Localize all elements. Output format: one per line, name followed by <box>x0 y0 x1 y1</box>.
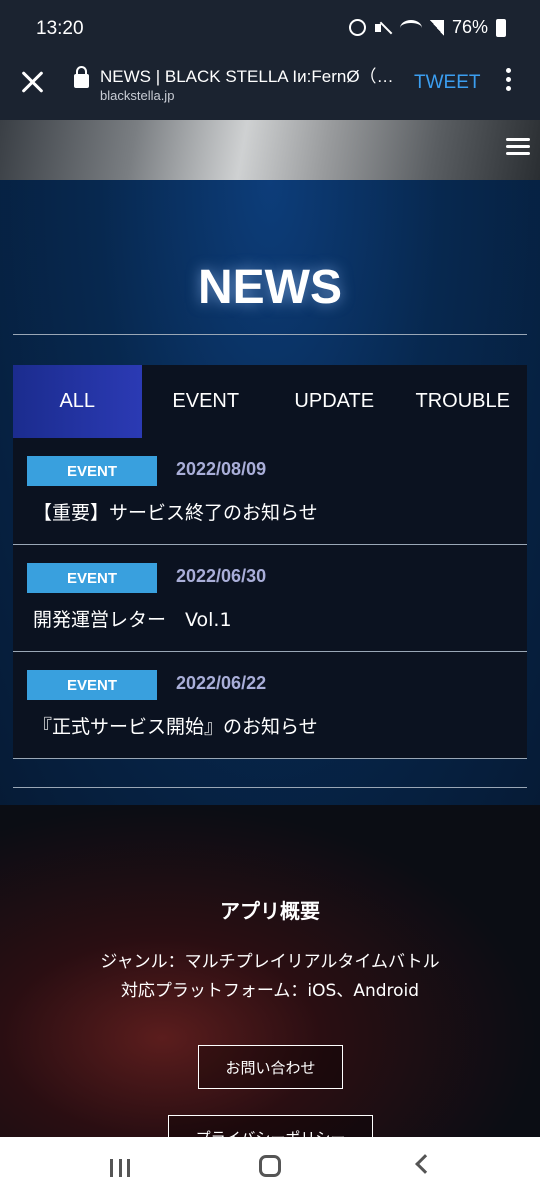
app-overview-title: アプリ概要 <box>220 899 320 923</box>
news-date: 2022/06/22 <box>176 673 267 693</box>
news-tabs: ALL EVENT UPDATE TROUBLE <box>13 365 527 438</box>
page-title: NEWS | BLACK STELLA Iи:FernØ（ブ… <box>100 67 396 86</box>
back-icon[interactable] <box>415 1154 435 1174</box>
news-heading: NEWS <box>198 261 342 314</box>
app-overview-section: アプリ概要 ジャンル：マルチプレイリアルタイムバトル 対応プラットフォーム：iO… <box>0 805 540 1138</box>
tab-event[interactable]: EVENT <box>142 365 271 438</box>
page-url: blackstella.jp <box>100 88 175 103</box>
home-icon[interactable] <box>259 1155 281 1177</box>
more-options-icon[interactable] <box>506 68 514 94</box>
news-list: EVENT 2022/08/09 【重要】サービス終了のお知らせ EVENT 2… <box>13 438 527 759</box>
wifi-icon <box>399 19 422 36</box>
recent-apps-icon[interactable] <box>110 1159 130 1177</box>
system-nav-bar <box>0 1137 540 1199</box>
browser-toolbar: NEWS | BLACK STELLA Iи:FernØ（ブ… blackste… <box>0 58 540 120</box>
close-icon[interactable] <box>18 68 46 96</box>
menu-icon[interactable] <box>506 138 530 158</box>
divider <box>13 787 527 788</box>
news-date: 2022/08/09 <box>176 459 267 479</box>
news-title[interactable]: 『正式サービス開始』のお知らせ <box>33 712 318 739</box>
news-item[interactable]: EVENT 2022/08/09 【重要】サービス終了のお知らせ <box>13 438 527 545</box>
contact-button[interactable]: お問い合わせ <box>198 1045 343 1089</box>
status-icons: 76% <box>348 17 506 38</box>
status-bar: 13:20 76% <box>0 0 540 58</box>
platform-text: 対応プラットフォーム：iOS、Android <box>120 981 420 1001</box>
mute-icon <box>374 20 392 36</box>
news-item[interactable]: EVENT 2022/06/22 『正式サービス開始』のお知らせ <box>13 652 527 759</box>
battery-percent: 76% <box>451 17 488 37</box>
genre-text: ジャンル：マルチプレイリアルタイムバトル <box>100 952 440 972</box>
battery-icon <box>496 18 506 37</box>
tab-trouble[interactable]: TROUBLE <box>399 365 528 438</box>
tab-update[interactable]: UPDATE <box>270 365 399 438</box>
category-badge: EVENT <box>27 563 157 593</box>
header-banner <box>0 120 540 180</box>
tab-all[interactable]: ALL <box>13 365 142 438</box>
news-section: NEWS ALL EVENT UPDATE TROUBLE EVENT 2022… <box>0 180 540 805</box>
category-badge: EVENT <box>27 670 157 700</box>
signal-icon <box>429 19 444 36</box>
privacy-policy-button[interactable]: プライバシーポリシー <box>168 1115 373 1138</box>
news-title[interactable]: 開発運営レター Vol.1 <box>33 605 232 632</box>
alarm-icon <box>348 19 366 36</box>
status-time: 13:20 <box>36 18 84 39</box>
category-badge: EVENT <box>27 456 157 486</box>
news-title[interactable]: 【重要】サービス終了のお知らせ <box>33 498 318 525</box>
news-date: 2022/06/30 <box>176 566 267 586</box>
news-item[interactable]: EVENT 2022/06/30 開発運営レター Vol.1 <box>13 545 527 652</box>
lock-icon[interactable] <box>74 66 89 88</box>
tweet-button[interactable]: TWEET <box>414 72 481 94</box>
divider <box>13 334 527 335</box>
